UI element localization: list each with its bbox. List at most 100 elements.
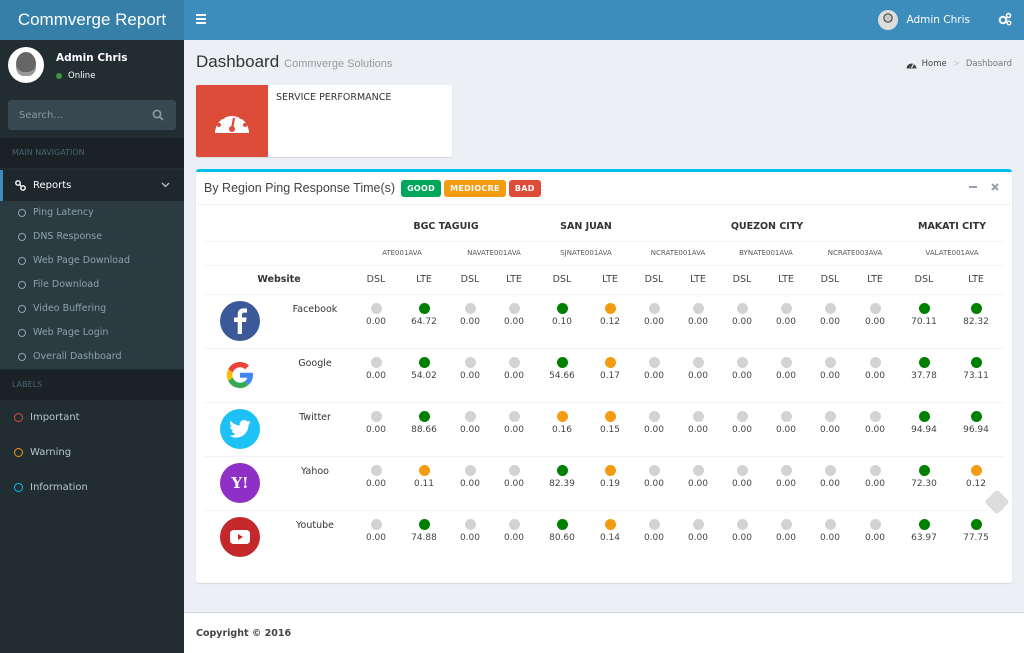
sidebar-item-ping-latency[interactable]: Ping Latency — [0, 201, 184, 225]
ping-value-cell[interactable]: 0.00 — [354, 509, 398, 564]
ping-value-cell[interactable]: 0.11 — [398, 455, 450, 510]
ping-value-cell[interactable]: 0.00 — [490, 509, 538, 564]
ping-value-cell[interactable]: 37.78 — [900, 347, 948, 402]
ping-value-cell[interactable]: 0.00 — [850, 293, 900, 348]
close-icon[interactable] — [990, 182, 1000, 192]
sidebar-item-dns-response[interactable]: DNS Response — [0, 225, 184, 249]
sidebar-item-file-download[interactable]: File Download — [0, 273, 184, 297]
ping-value-cell[interactable]: 77.75 — [948, 509, 1004, 564]
ping-value-cell[interactable]: 0.00 — [354, 401, 398, 456]
ping-value-cell[interactable]: 0.00 — [674, 401, 722, 456]
sidebar-search-input[interactable] — [8, 100, 148, 130]
label-warning[interactable]: Warning — [0, 435, 184, 470]
ping-value-cell[interactable]: 0.19 — [586, 455, 634, 510]
ping-value-cell[interactable]: 0.00 — [810, 293, 850, 348]
ping-value-cell[interactable]: 0.00 — [490, 401, 538, 456]
sidebar-item-web-page-download[interactable]: Web Page Download — [0, 249, 184, 273]
ping-value-cell[interactable]: 0.00 — [450, 509, 490, 564]
ping-value-cell[interactable]: 0.00 — [674, 509, 722, 564]
ping-value-cell[interactable]: 54.02 — [398, 347, 450, 402]
ping-value-cell[interactable]: 73.11 — [948, 347, 1004, 402]
ping-value-cell[interactable]: 0.00 — [762, 509, 810, 564]
ping-value-cell[interactable]: 0.00 — [450, 293, 490, 348]
ping-value-cell[interactable]: 0.00 — [762, 455, 810, 510]
label-important[interactable]: Important — [0, 400, 184, 435]
search-icon[interactable] — [152, 109, 164, 121]
ping-value-cell[interactable]: 94.94 — [900, 401, 948, 456]
ping-value-cell[interactable]: 0.17 — [586, 347, 634, 402]
ping-value-cell[interactable]: 0.00 — [674, 455, 722, 510]
ping-value-cell[interactable]: 0.10 — [538, 293, 586, 348]
ping-value-cell[interactable]: 64.72 — [398, 293, 450, 348]
ping-value-cell[interactable]: 54.66 — [538, 347, 586, 402]
ping-value: 0.00 — [503, 532, 525, 543]
ping-value-cell[interactable]: 0.00 — [634, 293, 674, 348]
ping-value-cell[interactable]: 0.00 — [810, 509, 850, 564]
sidebar-item-overall-dashboard[interactable]: Overall Dashboard — [0, 345, 184, 369]
ping-value-cell[interactable]: 0.12 — [586, 293, 634, 348]
ping-value-cell[interactable]: 0.00 — [354, 293, 398, 348]
ping-value-cell[interactable]: 63.97 — [900, 509, 948, 564]
status-dot-icon — [918, 464, 930, 476]
ping-value-cell[interactable]: 74.88 — [398, 509, 450, 564]
ping-value: 0.00 — [687, 478, 709, 489]
ping-value-cell[interactable]: 0.00 — [354, 455, 398, 510]
ping-value-cell[interactable]: 0.00 — [722, 293, 762, 348]
ping-value-cell[interactable]: 96.94 — [948, 401, 1004, 456]
ping-value-cell[interactable]: 0.00 — [850, 509, 900, 564]
ping-value-cell[interactable]: 0.00 — [674, 347, 722, 402]
ping-value-cell[interactable]: 72.30 — [900, 455, 948, 510]
ping-value-cell[interactable]: 0.00 — [810, 401, 850, 456]
ping-value-cell[interactable]: 0.00 — [850, 347, 900, 402]
sidebar-toggle-hamburger-icon[interactable] — [196, 14, 206, 24]
navbar-user-menu[interactable]: Admin Chris — [877, 10, 970, 30]
app-logo[interactable]: Commverge Report — [0, 0, 184, 40]
ping-value-cell[interactable]: 0.00 — [762, 401, 810, 456]
ping-value-cell[interactable]: 80.60 — [538, 509, 586, 564]
gears-icon[interactable] — [998, 12, 1012, 26]
ping-value-cell[interactable]: 0.00 — [490, 455, 538, 510]
ping-value-cell[interactable]: 0.16 — [538, 401, 586, 456]
ping-value-cell[interactable]: 0.00 — [810, 455, 850, 510]
ping-value-cell[interactable]: 0.00 — [634, 347, 674, 402]
ping-value-cell[interactable]: 0.00 — [634, 509, 674, 564]
ping-value-cell[interactable]: 0.00 — [850, 455, 900, 510]
breadcrumb-home[interactable]: Home — [906, 59, 947, 69]
label-information[interactable]: Information — [0, 470, 184, 505]
ping-value-cell[interactable]: 0.00 — [490, 347, 538, 402]
ping-value-cell[interactable]: 0.00 — [450, 347, 490, 402]
ping-value-cell[interactable]: 0.00 — [354, 347, 398, 402]
ping-value-cell[interactable]: 0.15 — [586, 401, 634, 456]
ping-value-cell[interactable]: 0.00 — [450, 401, 490, 456]
ping-value-cell[interactable]: 0.00 — [762, 347, 810, 402]
ping-value-cell[interactable]: 70.11 — [900, 293, 948, 348]
ping-value-cell[interactable]: 0.00 — [634, 455, 674, 510]
ping-value-cell[interactable]: 0.00 — [674, 293, 722, 348]
ping-value-cell[interactable]: 0.00 — [722, 455, 762, 510]
status-dot-icon — [780, 518, 792, 530]
ping-value-cell[interactable]: 0.00 — [450, 455, 490, 510]
ping-value-cell[interactable]: 82.32 — [948, 293, 1004, 348]
ping-value-cell[interactable]: 82.39 — [538, 455, 586, 510]
ping-value: 0.19 — [599, 478, 621, 489]
sidebar-item-video-buffering[interactable]: Video Buffering — [0, 297, 184, 321]
ping-value-cell[interactable]: 0.00 — [490, 293, 538, 348]
sidebar-item-web-page-login[interactable]: Web Page Login — [0, 321, 184, 345]
ping-value-cell[interactable]: 0.00 — [762, 293, 810, 348]
status-dot-icon — [736, 356, 748, 368]
ping-value-cell[interactable]: 88.66 — [398, 401, 450, 456]
service-performance-info-box[interactable]: SERVICE PERFORMANCE — [196, 85, 452, 157]
status-dot-icon — [464, 356, 476, 368]
ping-value-cell[interactable]: 0.00 — [722, 401, 762, 456]
collapse-minus-icon[interactable] — [968, 182, 978, 192]
ping-value-cell[interactable]: 0.00 — [634, 401, 674, 456]
ping-value-cell[interactable]: 0.00 — [722, 347, 762, 402]
sidebar-item-reports[interactable]: Reports — [0, 170, 184, 201]
ping-value-cell[interactable]: 0.00 — [850, 401, 900, 456]
status-dot-icon — [824, 518, 836, 530]
ping-value-cell[interactable]: 0.00 — [722, 509, 762, 564]
website-name: Yahoo — [276, 455, 354, 510]
status-dot-icon — [604, 302, 616, 314]
ping-value-cell[interactable]: 0.14 — [586, 509, 634, 564]
ping-value-cell[interactable]: 0.00 — [810, 347, 850, 402]
